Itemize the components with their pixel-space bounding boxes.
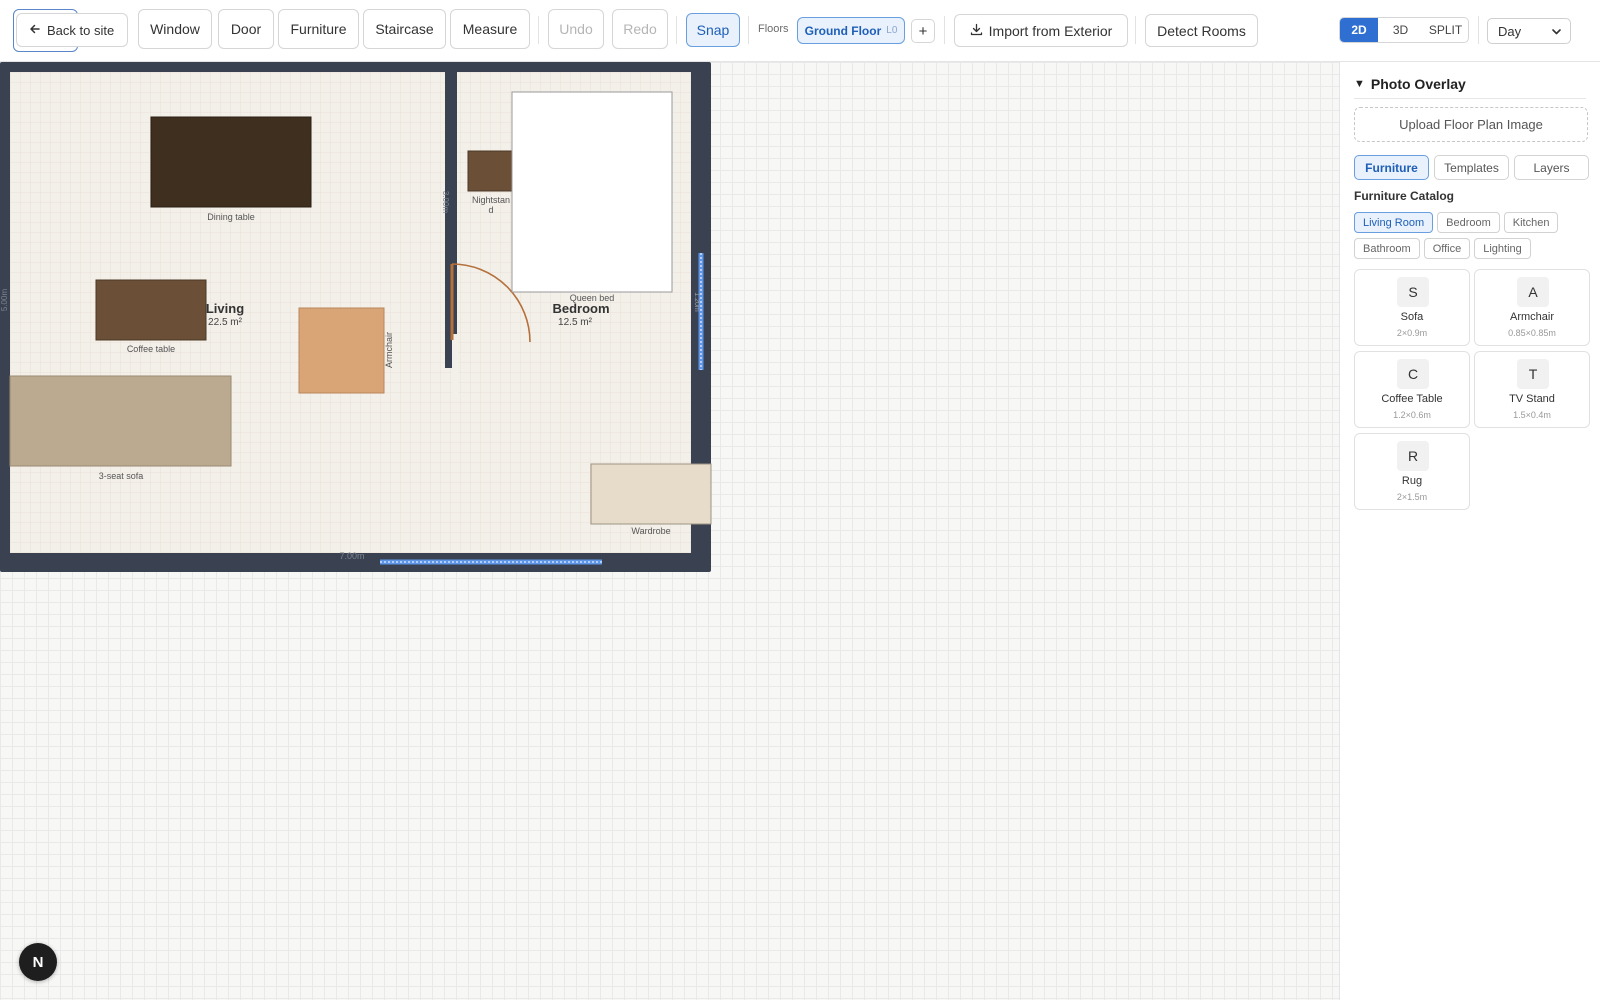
redo-button[interactable]: Redo	[612, 9, 668, 49]
coffee-table-icon: C	[1397, 359, 1429, 389]
floor-selector-ground[interactable]: Ground Floor L0	[797, 17, 905, 44]
arrow-left-icon	[29, 23, 41, 38]
catalog-item-dims: 1.2×0.6m	[1393, 410, 1431, 420]
category-filters: Living Room Bedroom Kitchen Bathroom Off…	[1354, 212, 1594, 259]
catalog-item-name: Rug	[1401, 475, 1423, 487]
undo-button[interactable]: Undo	[548, 9, 604, 49]
queen-bed[interactable]	[511, 91, 673, 293]
n-logo-button[interactable]: N	[19, 943, 57, 981]
armchair[interactable]	[298, 307, 385, 394]
divider	[1354, 98, 1586, 99]
dining-table-label: Dining table	[207, 212, 255, 222]
door-opening	[452, 334, 458, 394]
view-mode-toggle: 2D 3D SPLIT	[1339, 17, 1469, 43]
chevron-down-icon	[1551, 25, 1562, 40]
toolbar-divider	[1135, 16, 1136, 44]
sofa[interactable]	[9, 375, 232, 467]
detect-rooms-button[interactable]: Detect Rooms	[1145, 14, 1258, 47]
catalog-item-armchair[interactable]: A Armchair 0.85×0.85m	[1474, 269, 1590, 346]
door-tool-button[interactable]: Door	[218, 9, 274, 49]
catalog-item-dims: 1.5×0.4m	[1513, 410, 1551, 420]
category-kitchen[interactable]: Kitchen	[1503, 212, 1559, 233]
collapse-triangle-icon: ▼	[1354, 78, 1365, 90]
tab-templates[interactable]: Templates	[1434, 155, 1509, 180]
download-icon	[970, 23, 983, 39]
upload-floor-plan-button[interactable]: Upload Floor Plan Image	[1354, 107, 1588, 142]
add-floor-button[interactable]: +	[911, 19, 935, 43]
category-living-room[interactable]: Living Room	[1354, 212, 1434, 233]
view-mode-split[interactable]: SPLIT	[1423, 18, 1468, 42]
catalog-item-tv-stand[interactable]: T TV Stand 1.5×0.4m	[1474, 351, 1590, 428]
measure-tool-button[interactable]: Measure	[450, 9, 530, 49]
nightstand[interactable]	[467, 150, 515, 192]
back-to-site-label: Back to site	[47, 22, 115, 38]
catalog-item-coffee-table[interactable]: C Coffee Table 1.2×0.6m	[1354, 351, 1470, 428]
armchair-label: Armchair	[384, 332, 394, 368]
coffee-table[interactable]	[95, 279, 207, 341]
floor-plan: Dining table Coffee table 3-seat sofa Ar…	[0, 62, 712, 572]
staircase-tool-button[interactable]: Staircase	[363, 9, 446, 49]
wardrobe[interactable]	[590, 463, 712, 525]
top-toolbar: Back to site Window Door Furniture Stair…	[0, 0, 1600, 62]
sidebar-tabs: Furniture Templates Layers	[1354, 155, 1589, 180]
window-tool-button[interactable]: Window	[138, 9, 212, 49]
view-mode-2d[interactable]: 2D	[1340, 18, 1378, 42]
floor-level: L0	[886, 25, 898, 36]
tv-stand-icon: T	[1517, 359, 1549, 389]
tab-layers[interactable]: Layers	[1514, 155, 1589, 180]
catalog-item-dims: 2×1.5m	[1396, 492, 1428, 502]
floors-label: Floors	[758, 23, 789, 35]
coffee-table-label: Coffee table	[127, 344, 175, 354]
dining-table[interactable]	[150, 116, 312, 208]
photo-overlay-header[interactable]: ▼ Photo Overlay	[1354, 76, 1466, 92]
dimension-right: 1.20m	[693, 292, 700, 312]
toolbar-divider	[538, 16, 539, 44]
dimension-partition: 3.00m	[441, 191, 450, 214]
furniture-catalog-title: Furniture Catalog	[1354, 189, 1455, 203]
catalog-item-dims: 0.85×0.85m	[1508, 328, 1556, 338]
furniture-catalog-grid: S Sofa 2×0.9m A Armchair 0.85×0.85m C Co…	[1354, 269, 1590, 510]
import-label: Import from Exterior	[988, 22, 1113, 39]
catalog-item-rug[interactable]: R Rug 2×1.5m	[1354, 433, 1470, 510]
furniture-tool-button[interactable]: Furniture	[278, 9, 359, 49]
catalog-item-name: TV Stand	[1509, 393, 1555, 405]
catalog-item-name: Armchair	[1509, 311, 1554, 323]
snap-toggle[interactable]: Snap	[686, 13, 740, 47]
category-bedroom[interactable]: Bedroom	[1437, 212, 1500, 233]
toolbar-divider	[1478, 16, 1479, 44]
toolbar-divider	[944, 16, 945, 44]
catalog-item-name: Sofa	[1400, 311, 1424, 323]
rug-icon: R	[1397, 441, 1429, 471]
category-bathroom[interactable]: Bathroom	[1354, 238, 1420, 259]
floor-name: Ground Floor	[804, 23, 882, 38]
catalog-item-dims: 2×0.9m	[1396, 328, 1428, 338]
toolbar-divider	[676, 16, 677, 44]
category-lighting[interactable]: Lighting	[1474, 238, 1531, 259]
view-mode-3d[interactable]: 3D	[1378, 18, 1423, 42]
nightstand-label-1: Nightstan	[472, 195, 510, 205]
wardrobe-label: Wardrobe	[631, 526, 670, 536]
toolbar-divider	[748, 16, 749, 44]
lighting-select[interactable]: Day	[1487, 18, 1571, 44]
room-name-living: Living	[206, 301, 244, 316]
catalog-item-sofa[interactable]: S Sofa 2×0.9m	[1354, 269, 1470, 346]
category-office[interactable]: Office	[1423, 238, 1471, 259]
photo-overlay-title: Photo Overlay	[1370, 76, 1466, 92]
back-to-site-button[interactable]: Back to site	[16, 13, 128, 47]
room-area-bedroom: 12.5 m²	[558, 317, 593, 328]
armchair-icon: A	[1517, 277, 1549, 307]
dimension-bottom: 7.00m	[339, 551, 364, 561]
right-sidebar: ▼ Photo Overlay Upload Floor Plan Image …	[1339, 62, 1600, 1000]
dimension-left: 5.00m	[0, 289, 9, 312]
room-area-living: 22.5 m²	[208, 317, 243, 328]
sofa-icon: S	[1397, 277, 1429, 307]
floor-plan-canvas[interactable]: Dining table Coffee table 3-seat sofa Ar…	[0, 62, 1339, 1000]
nightstand-label-2: d	[488, 205, 493, 215]
room-name-bedroom: Bedroom	[552, 301, 609, 316]
catalog-item-name: Coffee Table	[1381, 393, 1443, 405]
sofa-label: 3-seat sofa	[99, 471, 144, 481]
import-from-exterior-button[interactable]: Import from Exterior	[954, 14, 1128, 47]
lighting-select-value: Day	[1498, 23, 1522, 39]
tab-furniture[interactable]: Furniture	[1354, 155, 1429, 180]
